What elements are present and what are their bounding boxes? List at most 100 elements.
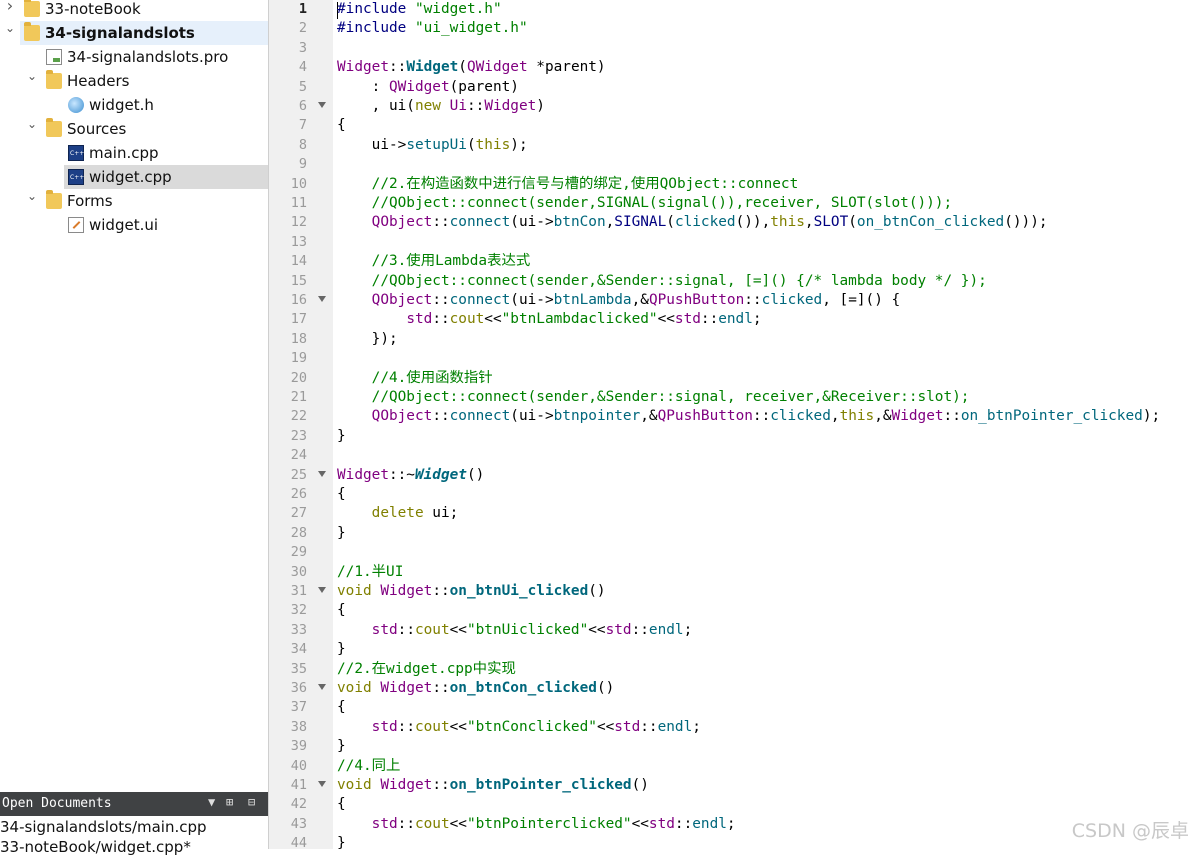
code-line[interactable]: //QObject::connect(sender,&Sender::signa…: [337, 388, 970, 407]
code-line[interactable]: {: [337, 698, 346, 717]
code-line[interactable]: {: [337, 485, 346, 504]
fold-marker-icon[interactable]: [318, 781, 326, 787]
tree-item[interactable]: widget.cpp: [0, 165, 268, 189]
code-line[interactable]: });: [337, 330, 398, 349]
fold-marker-icon[interactable]: [318, 470, 326, 477]
code-line[interactable]: }: [337, 427, 346, 446]
fold-marker-icon[interactable]: [318, 684, 326, 690]
code-line[interactable]: std::cout<<"btnUiclicked"<<std::endl;: [337, 621, 693, 640]
code-line[interactable]: Widget::Widget(QWidget *parent): [337, 58, 606, 77]
code-line[interactable]: {: [337, 601, 346, 620]
code-token: connect: [449, 292, 511, 308]
code-line[interactable]: //1.半UI: [337, 563, 403, 582]
code-line[interactable]: }: [337, 640, 346, 659]
code-token: }: [337, 524, 346, 541]
code-token: (): [631, 777, 649, 793]
code-editor[interactable]: 1 2 3 4 5 6 7 8 9 10 11 12 13 14 15 16 17 18 19 20 21 22 23 24 2…: [269, 0, 1197, 849]
code-line[interactable]: , ui(new Ui::Widget): [337, 97, 545, 116]
code-token: Widget: [380, 680, 433, 696]
tree-item[interactable]: widget.h: [0, 93, 268, 117]
tree-item-label: 34-signalandslots: [45, 24, 195, 42]
expand-arrow-icon[interactable]: ⌄: [26, 188, 38, 204]
tree-item[interactable]: main.cpp: [0, 141, 268, 165]
code-line[interactable]: std::cout<<"btnLambdaclicked"<<std::endl…: [337, 310, 762, 329]
code-line[interactable]: #include "widget.h": [337, 0, 502, 19]
code-line[interactable]: void Widget::on_btnPointer_clicked(): [337, 776, 649, 795]
code-line[interactable]: #include "ui_widget.h": [337, 19, 528, 38]
dropdown-arrow-icon[interactable]: ▼: [208, 795, 215, 809]
code-line[interactable]: //2.在widget.cpp中实现: [337, 660, 516, 679]
line-number-row: 37: [269, 698, 333, 717]
line-number-row: 16: [269, 291, 333, 310]
code-token: {: [337, 699, 346, 716]
line-number-row: 5: [269, 78, 333, 97]
code-line[interactable]: void Widget::on_btnCon_clicked(): [337, 679, 614, 698]
line-number: 39: [290, 738, 307, 755]
code-line[interactable]: //4.使用函数指针: [337, 369, 493, 388]
code-line[interactable]: std::cout<<"btnConclicked"<<std::endl;: [337, 718, 701, 737]
code-line[interactable]: }: [337, 834, 346, 849]
tree-item[interactable]: ⌄ Forms: [0, 189, 268, 213]
tree-item[interactable]: ⌄ 34-signalandslots: [0, 21, 268, 45]
code-token: ;: [752, 311, 762, 328]
tree-item[interactable]: › 33-noteBook: [0, 0, 268, 21]
code-line[interactable]: delete ui;: [337, 504, 459, 523]
code-line[interactable]: std::cout<<"btnPointerclicked"<<std::end…: [337, 815, 736, 834]
code-line[interactable]: QObject::connect(ui->btnLambda,&QPushBut…: [337, 291, 901, 310]
line-number-row: 28: [269, 524, 333, 543]
line-number-row: 13: [269, 233, 333, 252]
expand-arrow-icon[interactable]: ⌄: [4, 20, 16, 36]
code-line[interactable]: {: [337, 116, 346, 135]
code-line[interactable]: }: [337, 737, 346, 756]
open-document-item[interactable]: 34-signalandslots/main.cpp: [0, 818, 207, 838]
expand-arrow-icon[interactable]: ⌄: [26, 116, 38, 132]
split-view-icon[interactable]: ⊞: [226, 795, 233, 809]
code-token: std: [648, 815, 675, 832]
watermark: CSDN @辰卓: [1071, 820, 1189, 842]
tree-item-label: widget.h: [89, 96, 154, 114]
line-number: 6: [298, 98, 307, 114]
line-number: 4: [298, 59, 307, 76]
fold-marker-icon[interactable]: [318, 587, 326, 593]
fold-marker-icon[interactable]: [318, 102, 326, 108]
code-line[interactable]: //4.同上: [337, 757, 400, 776]
tree-item[interactable]: 34-signalandslots.pro: [0, 45, 268, 69]
code-line[interactable]: {: [337, 795, 346, 814]
code-line[interactable]: //QObject::connect(sender,SIGNAL(signal(…: [337, 194, 953, 213]
code-line[interactable]: ui->setupUi(this);: [337, 136, 528, 155]
expand-arrow-icon[interactable]: ⌄: [26, 68, 38, 84]
code-line[interactable]: QObject::connect(ui->btnCon,SIGNAL(click…: [337, 213, 1048, 232]
collapse-arrow-icon[interactable]: ›: [4, 0, 16, 14]
code-token: endl: [648, 621, 684, 638]
line-number-row: 43: [269, 815, 333, 834]
code-token: <<: [449, 621, 467, 638]
code-token: Widget: [337, 59, 389, 76]
code-line[interactable]: //QObject::connect(sender,&Sender::signa…: [337, 272, 987, 291]
code-token: "btnLambdaclicked": [501, 311, 658, 328]
headers-folder-icon: [46, 70, 62, 89]
open-document-item[interactable]: 33-noteBook/widget.cpp*: [0, 838, 191, 858]
code-line[interactable]: //2.在构造函数中进行信号与槽的绑定,使用QObject::connect: [337, 175, 799, 194]
code-token: cout: [414, 621, 450, 638]
tree-item[interactable]: widget.ui: [0, 213, 268, 237]
code-line[interactable]: QObject::connect(ui->btnpointer,&QPushBu…: [337, 407, 1160, 426]
code-token: clicked: [761, 292, 823, 308]
line-number: 44: [290, 835, 307, 849]
line-number: 21: [290, 389, 307, 405]
tree-item[interactable]: ⌄ Headers: [0, 69, 268, 93]
close-panel-icon[interactable]: ⊟: [248, 795, 255, 809]
code-line[interactable]: Widget::~Widget(): [337, 466, 484, 485]
code-line[interactable]: : QWidget(parent): [337, 78, 519, 97]
code-line[interactable]: }: [337, 524, 346, 543]
code-token: ::~: [388, 466, 415, 483]
code-line[interactable]: void Widget::on_btnUi_clicked(): [337, 582, 606, 601]
fold-marker-icon[interactable]: [318, 296, 326, 302]
line-number-row: 1: [269, 0, 333, 19]
code-token: on_btnCon_clicked: [856, 214, 1005, 231]
tree-item[interactable]: ⌄ Sources: [0, 117, 268, 141]
code-line[interactable]: //3.使用Lambda表达式: [337, 252, 531, 271]
code-token: std: [371, 718, 398, 735]
line-number: 35: [290, 660, 307, 677]
